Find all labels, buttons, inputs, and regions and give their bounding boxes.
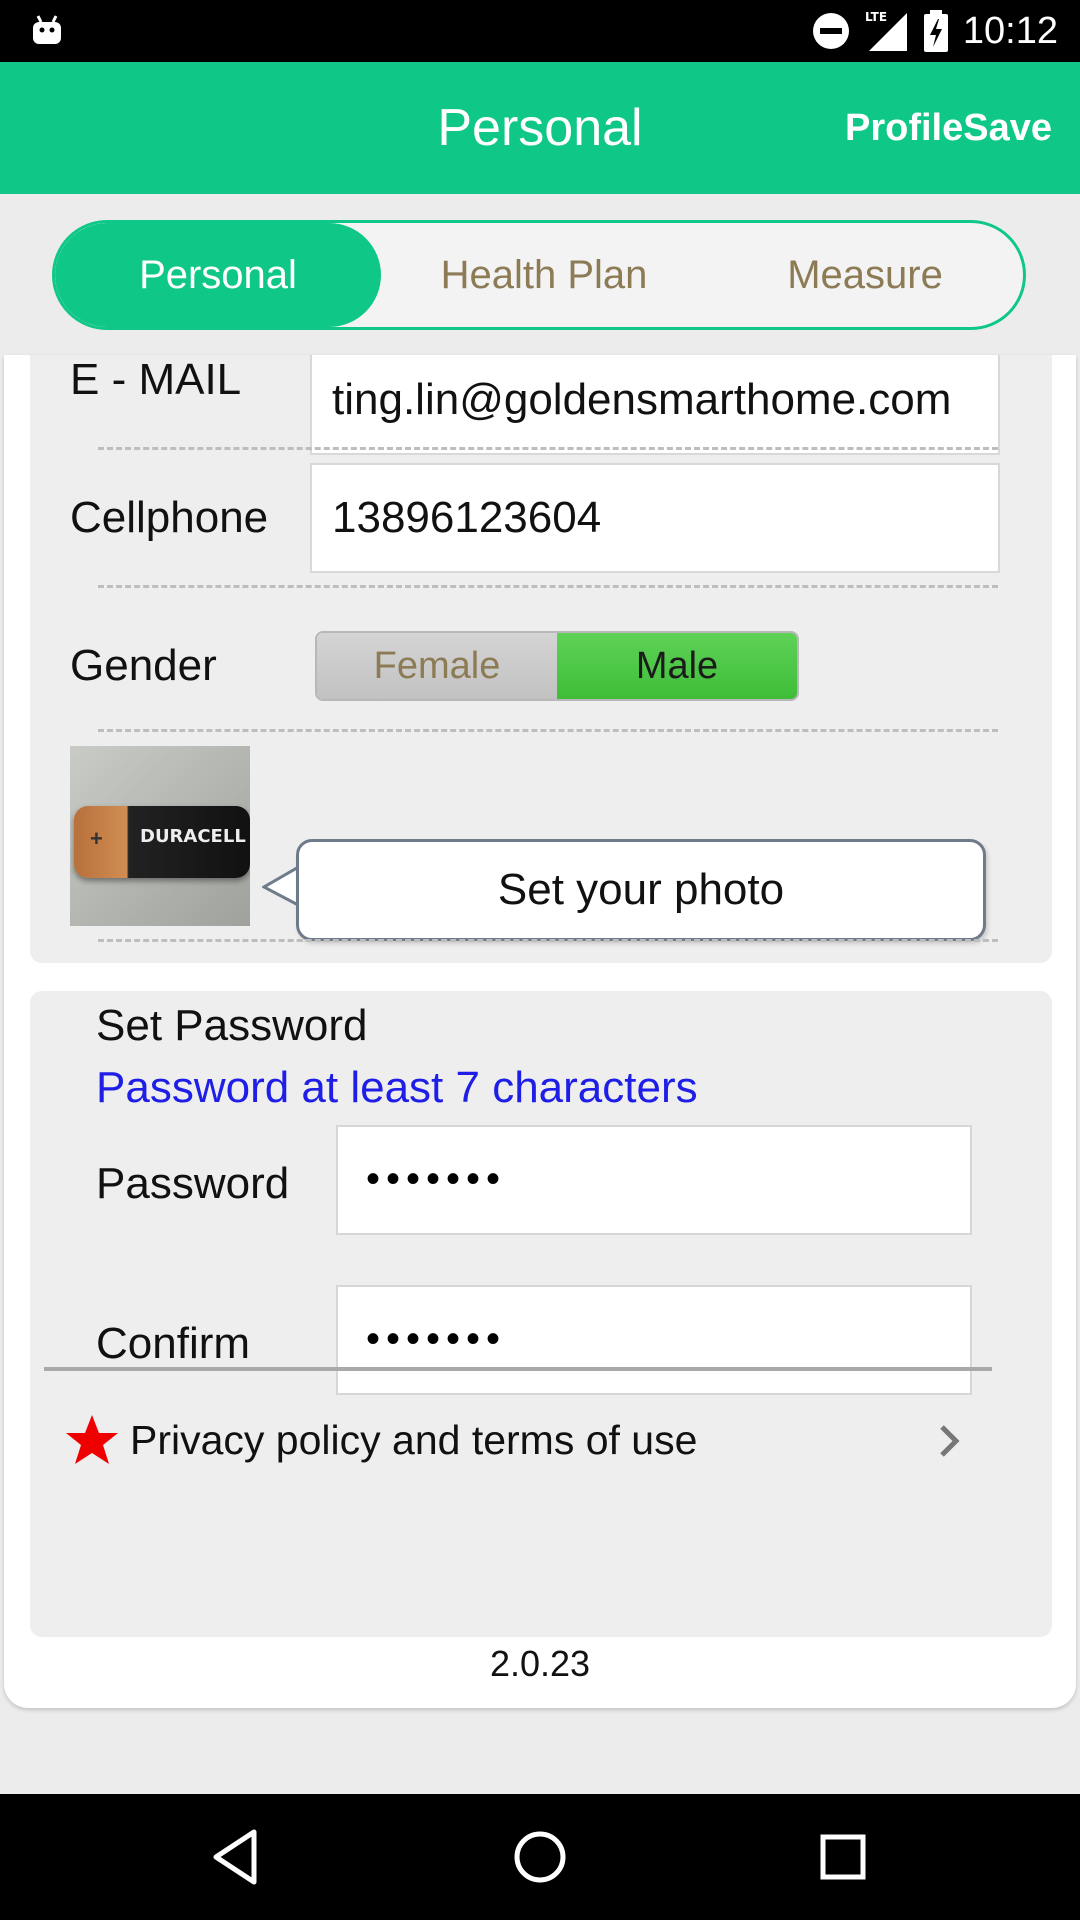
email-field[interactable]: ting.lin@goldensmarthome.com [310, 355, 1000, 455]
app-bar: Personal ProfileSave [0, 62, 1080, 194]
network-type-label: LTE [865, 10, 887, 24]
divider [98, 447, 998, 450]
password-hint: Password at least 7 characters [96, 1063, 698, 1112]
home-icon[interactable] [505, 1822, 575, 1892]
set-photo-button[interactable]: Set your photo [296, 839, 986, 941]
recents-icon[interactable] [808, 1822, 878, 1892]
chevron-right-icon [940, 1425, 960, 1457]
battery-plus-mark: + [90, 826, 103, 851]
password-section-title: Set Password [96, 1001, 368, 1050]
back-icon[interactable] [202, 1822, 272, 1892]
star-icon [66, 1415, 118, 1464]
profile-card: E - MAIL ting.lin@goldensmarthome.com Ce… [4, 355, 1076, 1708]
gender-toggle: Female Male [315, 631, 799, 701]
gender-label: Gender [70, 641, 217, 690]
cellphone-label: Cellphone [70, 493, 269, 542]
section-divider [44, 1367, 992, 1371]
signal-icon: LTE [865, 10, 907, 51]
status-time: 10:12 [962, 9, 1058, 52]
divider [98, 585, 998, 588]
confirm-password-field[interactable]: ••••••• [336, 1285, 972, 1395]
tab-bar: Personal Health Plan Measure [52, 220, 1026, 330]
version-label: 2.0.23 [489, 1643, 591, 1684]
confirm-label: Confirm [96, 1319, 251, 1368]
email-label: E - MAIL [70, 355, 242, 404]
password-field[interactable]: ••••••• [336, 1125, 972, 1235]
cellphone-field[interactable]: 13896123604 [310, 463, 1000, 573]
divider [98, 939, 998, 942]
privacy-policy-link[interactable]: Privacy policy and terms of use [64, 1395, 964, 1485]
divider [98, 729, 998, 732]
tab-measure[interactable]: Measure [707, 223, 1023, 327]
password-label: Password [96, 1159, 290, 1208]
tab-health-plan[interactable]: Health Plan [381, 223, 707, 327]
battery-brand: DURACELL [140, 826, 246, 847]
battery-charging-icon [923, 10, 948, 52]
password-panel: Set Password Password at least 7 charact… [30, 991, 1052, 1637]
personal-info-panel: E - MAIL ting.lin@goldensmarthome.com Ce… [30, 355, 1052, 963]
tab-personal[interactable]: Personal [55, 223, 381, 327]
privacy-policy-label: Privacy policy and terms of use [130, 1416, 698, 1463]
status-bar: LTE 10:12 [0, 0, 1080, 62]
profile-photo[interactable]: + DURACELL [70, 746, 250, 926]
do-not-disturb-icon [812, 13, 849, 49]
profile-save-button[interactable]: ProfileSave [845, 62, 1052, 194]
gender-male-option[interactable]: Male [557, 633, 797, 699]
navigation-bar [0, 1794, 1080, 1920]
android-debug-icon [33, 15, 61, 44]
gender-female-option[interactable]: Female [317, 633, 557, 699]
battery-image: + DURACELL [74, 806, 250, 878]
